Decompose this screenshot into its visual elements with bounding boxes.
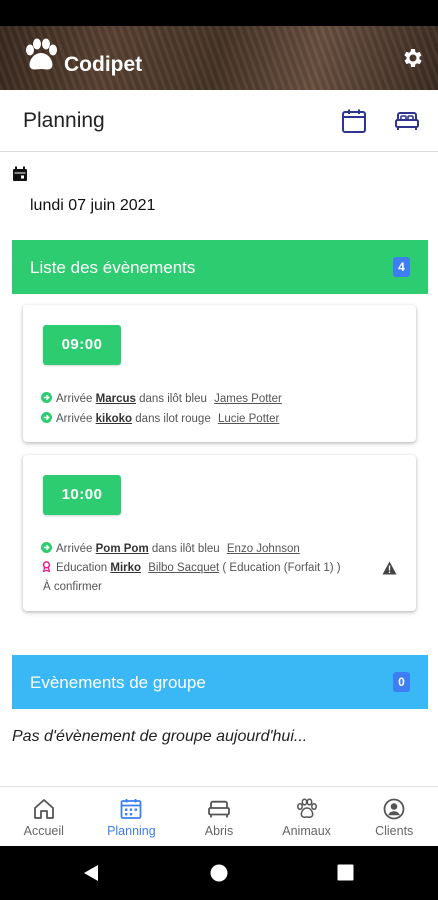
group-section-title: Evènements de groupe [30,673,206,692]
status-bar [0,0,438,26]
arrival-icon [41,542,52,553]
page-header: Planning [0,90,438,152]
recents-icon[interactable] [337,864,354,881]
bed-icon [208,800,230,818]
nav-item-planning[interactable]: Planning [88,787,176,847]
app-title: Codipet [64,53,143,76]
pet-link[interactable]: Marcus [96,393,136,405]
bottom-nav: Accueil Planning Abris Animaux Clients [0,786,438,846]
owner-link[interactable]: Bilbo Sacquet [148,562,219,574]
event-location: dans ilôt bleu [139,393,207,405]
event-type: Arrivée [56,393,93,405]
nav-label: Animaux [282,824,331,838]
event-location: dans ilôt bleu [151,543,220,555]
event-slot-card: 10:00 Arrivée Pom Pom dans ilôt bleu Enz… [23,455,416,611]
nav-item-clients[interactable]: Clients [350,787,438,847]
home-icon [33,799,54,819]
event-line: Arrivée Marcus dans ilôt bleu James Pott… [41,392,282,405]
group-empty-message: Pas d'évènement de groupe aujourd'hui... [12,728,308,745]
nav-label: Abris [204,824,234,838]
user-circle-icon [383,798,405,820]
back-icon[interactable] [82,864,100,882]
event-type: Arrivée [56,413,93,425]
event-status: À confirmer [43,581,102,593]
nav-label: Planning [107,824,156,838]
gear-icon[interactable] [400,46,424,70]
app-header: Codipet [0,26,438,90]
paw-logo-icon [26,38,57,70]
calendar-icon[interactable] [341,108,367,134]
nav-label: Accueil [23,824,64,838]
nav-label: Clients [375,824,414,838]
time-button[interactable]: 09:00 [43,325,121,365]
events-section-title: Liste des évènements [30,258,196,277]
pet-link[interactable]: kikoko [96,413,132,425]
home-circle-icon[interactable] [210,864,228,882]
nav-item-animaux[interactable]: Animaux [263,787,351,847]
event-type: Arrivée [56,543,93,555]
event-location: dans ilot rouge [135,413,211,425]
calendar-icon [120,799,142,819]
page-title: Planning [23,109,105,132]
current-date: lundi 07 juin 2021 [30,197,156,214]
group-count-badge: 0 [393,672,410,692]
pet-link[interactable]: Mirko [110,562,141,574]
nav-item-accueil[interactable]: Accueil [0,787,88,847]
event-line: Education Mirko Bilbo Sacquet ( Educatio… [41,561,341,574]
pet-link[interactable]: Pom Pom [96,543,149,555]
calendar-day-icon [13,166,27,181]
arrival-icon [41,412,52,423]
paw-icon [296,798,317,818]
events-count-badge: 4 [393,257,410,277]
bed-icon[interactable] [394,108,420,134]
event-slot-card: 09:00 Arrivée Marcus dans ilôt bleu Jame… [23,305,416,442]
time-button[interactable]: 10:00 [43,475,121,515]
android-nav-bar [0,846,438,900]
event-line: Arrivée kikoko dans ilot rouge Lucie Pot… [41,412,279,425]
events-section-header[interactable]: Liste des évènements 4 [12,240,428,294]
education-ribbon-icon [42,561,51,572]
event-line: Arrivée Pom Pom dans ilôt bleu Enzo John… [41,542,300,555]
owner-link[interactable]: Lucie Potter [218,413,279,425]
event-detail: ( Education (Forfait 1) ) [222,562,341,574]
arrival-icon [41,392,52,403]
warning-icon [382,561,397,575]
nav-item-abris[interactable]: Abris [175,787,263,847]
owner-link[interactable]: James Potter [214,393,282,405]
group-section-header[interactable]: Evènements de groupe 0 [12,655,428,709]
event-type: Education [56,562,108,574]
owner-link[interactable]: Enzo Johnson [227,543,300,555]
